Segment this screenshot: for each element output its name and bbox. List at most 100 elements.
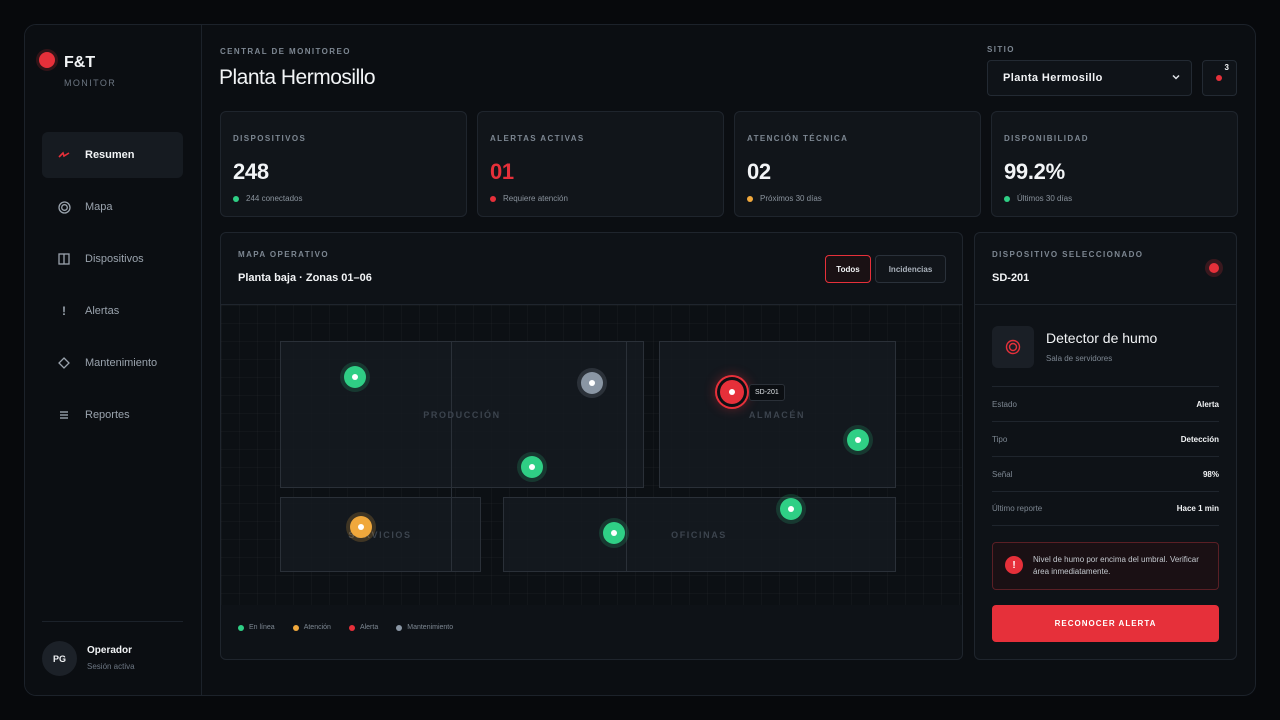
- legend-item: Alerta: [348, 624, 379, 631]
- legend-label: Atención: [303, 624, 331, 631]
- device-pin-attention[interactable]: [350, 516, 372, 538]
- sidebar-item-label: Alertas: [85, 305, 120, 317]
- stat-card-disponibilidad: DISPONIBILIDAD 99.2% Últimos 30 días: [991, 111, 1238, 217]
- stat-note: 244 conectados: [233, 194, 303, 203]
- stat-note-text: 244 conectados: [246, 194, 303, 203]
- legend-label: En línea: [249, 624, 275, 631]
- device-pin-online[interactable]: [521, 456, 543, 478]
- property-value: Hace 1 min: [1176, 504, 1219, 513]
- sidebar-item-reportes[interactable]: Reportes: [42, 392, 183, 438]
- property-row: Estado Alerta: [992, 386, 1219, 421]
- property-label: Señal: [992, 469, 1013, 479]
- stat-note: Requiere atención: [490, 194, 568, 203]
- legend-dot-icon: [238, 624, 244, 631]
- legend-item: Atención: [292, 624, 331, 631]
- legend-label: Mantenimiento: [407, 624, 454, 631]
- app-window: F&T MONITOR Resumen Mapa Dispositivos ! …: [24, 24, 1256, 696]
- avatar[interactable]: PG: [42, 641, 77, 676]
- map-panel: MAPA OPERATIVO Planta baja · Zonas 01–06…: [220, 232, 963, 660]
- stat-label: ALERTAS ACTIVAS: [490, 134, 585, 143]
- legend-dot-icon: [396, 624, 403, 631]
- stat-value: 99.2%: [1004, 159, 1065, 184]
- status-dot-icon: [747, 195, 753, 202]
- alert-message-box: ! Nivel de humo por encima del umbral. V…: [992, 542, 1219, 590]
- legend-item: Mantenimiento: [396, 624, 453, 631]
- exclamation-icon: !: [62, 304, 66, 318]
- acknowledge-alert-button[interactable]: RECONOCER ALERTA: [992, 605, 1219, 642]
- legend-label: Alerta: [359, 624, 379, 631]
- list-icon: [58, 410, 70, 420]
- device-detail-panel: DISPOSITIVO SELECCIONADO SD-201 Detector…: [974, 232, 1237, 660]
- sidebar-item-mantenimiento[interactable]: Mantenimiento: [42, 340, 183, 386]
- filter-incidencias-button[interactable]: Incidencias: [875, 255, 946, 283]
- zone-label: OFICINAS: [671, 530, 727, 540]
- sidebar-item-mapa[interactable]: Mapa: [42, 184, 183, 230]
- stat-note: Próximos 30 días: [747, 194, 822, 203]
- stat-label: ATENCIÓN TÉCNICA: [747, 134, 849, 143]
- corridor-line: [626, 341, 627, 572]
- stat-value: 02: [747, 159, 771, 184]
- zone-label: PRODUCCIÓN: [423, 410, 501, 420]
- detail-eyebrow: DISPOSITIVO SELECCIONADO: [992, 250, 1144, 259]
- stat-card-alertas: ALERTAS ACTIVAS 01 Requiere atención: [477, 111, 724, 217]
- brand-logo-dot: [39, 52, 55, 68]
- device-pin-maintenance[interactable]: [581, 372, 603, 394]
- status-dot-icon: [233, 195, 239, 202]
- alert-message: Nivel de humo por encima del umbral. Ver…: [1033, 555, 1199, 576]
- site-select[interactable]: Planta Hermosillo: [987, 60, 1192, 96]
- property-row: Último reporte Hace 1 min: [992, 491, 1219, 526]
- legend-dot-icon: [292, 624, 299, 631]
- floor-map[interactable]: PRODUCCIÓN ALMACÉN SERVICIOS OFICINAS SD…: [221, 305, 962, 605]
- stat-note-text: Próximos 30 días: [760, 194, 822, 203]
- alert-status-dot-icon: [1209, 263, 1219, 273]
- property-value: 98%: [1202, 469, 1219, 479]
- device-properties: Estado Alerta Tipo Detección Señal 98% Ú…: [992, 386, 1219, 526]
- filter-todos-button[interactable]: Todos: [825, 255, 871, 283]
- property-row: Tipo Detección: [992, 421, 1219, 456]
- property-row: Señal 98%: [992, 456, 1219, 491]
- sidebar-item-alertas[interactable]: ! Alertas: [42, 288, 183, 334]
- diamond-icon: [58, 357, 70, 369]
- detail-header: DISPOSITIVO SELECCIONADO SD-201: [975, 233, 1236, 305]
- device-pin-alert[interactable]: [720, 380, 744, 404]
- sidebar-item-label: Reportes: [85, 409, 130, 421]
- header-eyebrow: CENTRAL DE MONITOREO: [220, 47, 351, 56]
- device-pin-online[interactable]: [847, 429, 869, 451]
- stat-note-text: Requiere atención: [503, 194, 568, 203]
- property-label: Estado: [992, 399, 1017, 409]
- stat-note: Últimos 30 días: [1004, 194, 1072, 203]
- target-icon: [58, 200, 71, 214]
- brand-name: F&T: [64, 54, 96, 71]
- columns-icon: [58, 253, 70, 265]
- site-select-value: Planta Hermosillo: [1003, 72, 1103, 84]
- stat-card-dispositivos: DISPOSITIVOS 248 244 conectados: [220, 111, 467, 217]
- sidebar-item-dispositivos[interactable]: Dispositivos: [42, 236, 183, 282]
- map-legend: En línea Atención Alerta Mantenimiento: [238, 624, 471, 631]
- user-name: Operador: [87, 645, 133, 656]
- sidebar-nav: Resumen Mapa Dispositivos ! Alertas Mant…: [42, 132, 183, 444]
- page-title: Planta Hermosillo: [219, 66, 376, 89]
- stat-value: 01: [490, 159, 514, 184]
- device-pin-online[interactable]: [603, 522, 625, 544]
- device-pin-online[interactable]: [780, 498, 802, 520]
- notification-icon: [1216, 75, 1222, 81]
- stat-note-text: Últimos 30 días: [1017, 194, 1073, 203]
- corridor-line: [451, 341, 452, 572]
- sidebar-item-resumen[interactable]: Resumen: [42, 132, 183, 178]
- sidebar-item-label: Mantenimiento: [85, 357, 158, 369]
- property-label: Último reporte: [992, 504, 1043, 513]
- notifications-button[interactable]: 3: [1202, 60, 1237, 96]
- sidebar: F&T MONITOR Resumen Mapa Dispositivos ! …: [25, 25, 202, 695]
- device-pin-tag: SD-201: [749, 384, 785, 401]
- stat-label: DISPOSITIVOS: [233, 134, 307, 143]
- smoke-detector-icon: [992, 326, 1034, 368]
- map-eyebrow: MAPA OPERATIVO: [238, 250, 330, 259]
- device-location: Sala de servidores: [1046, 354, 1113, 363]
- alert-exclamation-icon: !: [1005, 556, 1023, 574]
- notification-count-badge: 3: [1224, 63, 1229, 72]
- map-header: MAPA OPERATIVO Planta baja · Zonas 01–06…: [221, 233, 962, 305]
- property-value: Detección: [1180, 434, 1219, 444]
- device-id: SD-201: [992, 272, 1030, 284]
- status-dot-icon: [490, 195, 496, 202]
- device-pin-online[interactable]: [344, 366, 366, 388]
